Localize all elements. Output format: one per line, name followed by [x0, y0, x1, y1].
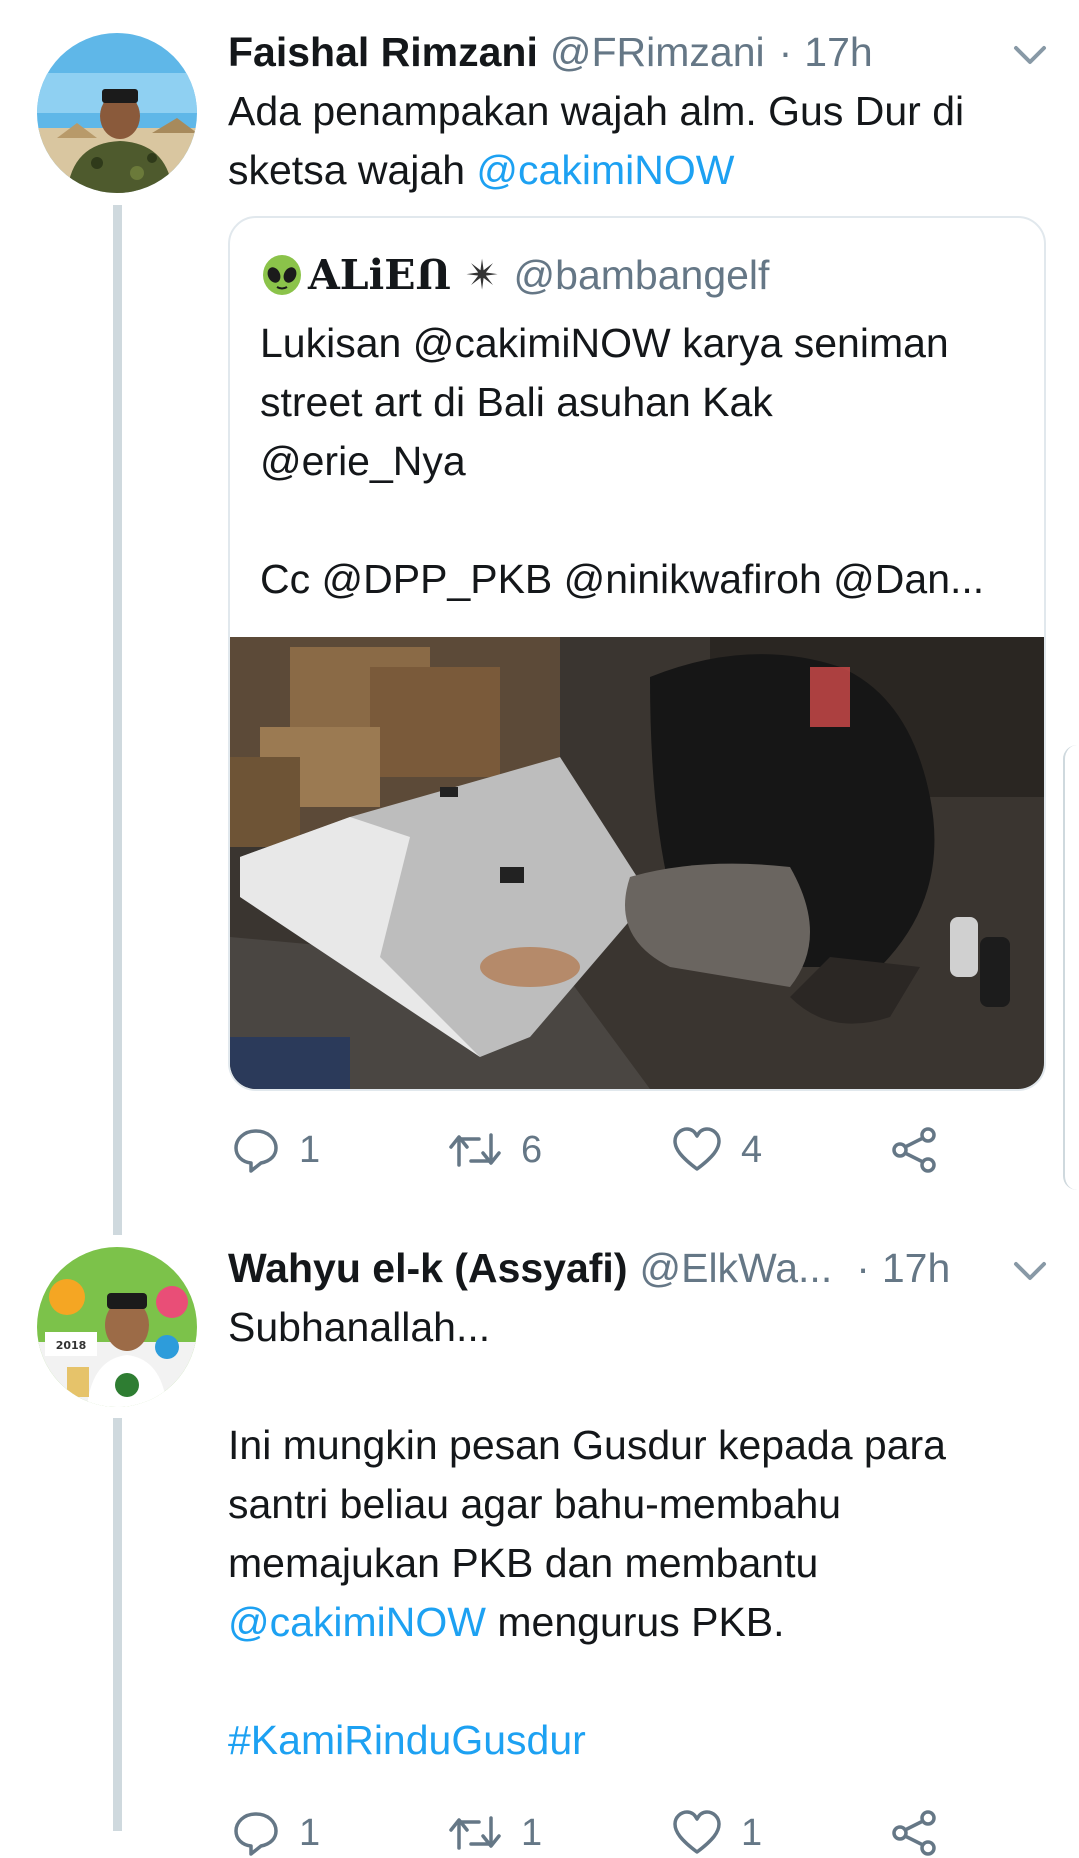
mention-link[interactable]: @cakimiNOW: [476, 147, 734, 193]
share-button[interactable]: [890, 1125, 940, 1175]
tweet-blank-line: [228, 1652, 1028, 1711]
thread-line: [113, 205, 122, 1235]
like-button[interactable]: 1: [671, 1808, 762, 1858]
like-button[interactable]: 4: [671, 1125, 762, 1175]
quote-display-name[interactable]: ALiEՈ: [308, 250, 451, 300]
quote-line: Lukisan @cakimiNOW karya seniman: [260, 320, 949, 366]
retweet-icon: [449, 1133, 501, 1167]
timestamp[interactable]: 17h: [882, 1243, 950, 1293]
quote-tweet-card[interactable]: ALiEՈ ✴ @bambangelf Lukisan @cakimiNOW k…: [228, 216, 1046, 1091]
reply-icon: [234, 1129, 278, 1173]
avatar[interactable]: [37, 33, 197, 193]
quote-text: Lukisan @cakimiNOW karya seniman street …: [260, 314, 1030, 609]
separator-dot: ·: [778, 29, 793, 75]
quote-line: @erie_Nya: [260, 438, 466, 484]
chevron-down-icon[interactable]: [1010, 40, 1050, 70]
tweet-text-body: Ini mungkin pesan Gusdur kepada para san…: [228, 1422, 946, 1586]
heart-icon: [673, 1810, 721, 1854]
username[interactable]: @FRimzani: [550, 27, 765, 77]
quote-media-image[interactable]: [230, 637, 1044, 1089]
star-badge-icon: ✴: [465, 252, 500, 298]
reply-icon: [234, 1812, 278, 1856]
tweet-text-body: mengurus PKB.: [497, 1599, 785, 1645]
quote-header: ALiEՈ ✴ @bambangelf: [260, 250, 769, 300]
quote-username[interactable]: @bambangelf: [514, 250, 770, 300]
quote-line: street art di Bali asuhan Kak: [260, 379, 773, 425]
tweet-text-paragraph: Ini mungkin pesan Gusdur kepada para san…: [228, 1416, 1028, 1652]
tweet-text: Ada penampakan wajah alm. Gus Dur di ske…: [228, 82, 1028, 200]
timestamp[interactable]: 17h: [804, 27, 872, 77]
separator-dot: ·: [856, 1245, 870, 1291]
share-icon: [892, 1127, 936, 1173]
mention-link[interactable]: @cakimiNOW: [228, 1599, 486, 1645]
quote-line: Cc @DPP_PKB @ninikwafiroh @Dan...: [260, 556, 985, 602]
like-count: 1: [741, 1811, 763, 1854]
retweet-count: 1: [521, 1811, 543, 1854]
retweet-button[interactable]: 6: [447, 1125, 542, 1175]
tweet-text: Subhanallah... Ini mungkin pesan Gusdur …: [228, 1298, 1028, 1770]
share-icon: [892, 1810, 936, 1856]
display-name[interactable]: Wahyu el-k (Assyafi): [228, 1243, 627, 1293]
display-name[interactable]: Faishal Rimzani: [228, 27, 538, 77]
retweet-count: 6: [521, 1128, 543, 1171]
tweet-header: Wahyu el-k (Assyafi) @ElkWa... · 17h: [228, 1243, 950, 1293]
tweet-text-line: Subhanallah...: [228, 1304, 491, 1350]
retweet-button[interactable]: 1: [447, 1808, 542, 1858]
chevron-down-icon[interactable]: [1010, 1256, 1050, 1286]
alien-emoji-icon: [260, 253, 304, 297]
svg-text:2018: 2018: [56, 1339, 87, 1352]
like-count: 4: [741, 1128, 763, 1171]
scrollbar-edge[interactable]: [1063, 745, 1079, 1190]
tweet-header: Faishal Rimzani @FRimzani · 17h: [228, 27, 873, 77]
quote-blank-line: [260, 491, 1030, 550]
heart-icon: [673, 1127, 721, 1171]
tweet-blank-line: [228, 1357, 1028, 1416]
reply-count: 1: [299, 1811, 321, 1854]
share-button[interactable]: [890, 1808, 940, 1858]
thread-line: [113, 1418, 122, 1831]
reply-button[interactable]: 1: [231, 1808, 320, 1858]
username[interactable]: @ElkWa...: [639, 1243, 832, 1293]
retweet-icon: [449, 1816, 501, 1850]
avatar[interactable]: 2018: [37, 1247, 197, 1407]
reply-count: 1: [299, 1128, 321, 1171]
reply-button[interactable]: 1: [231, 1125, 320, 1175]
hashtag-link[interactable]: #KamiRinduGusdur: [228, 1711, 1028, 1770]
